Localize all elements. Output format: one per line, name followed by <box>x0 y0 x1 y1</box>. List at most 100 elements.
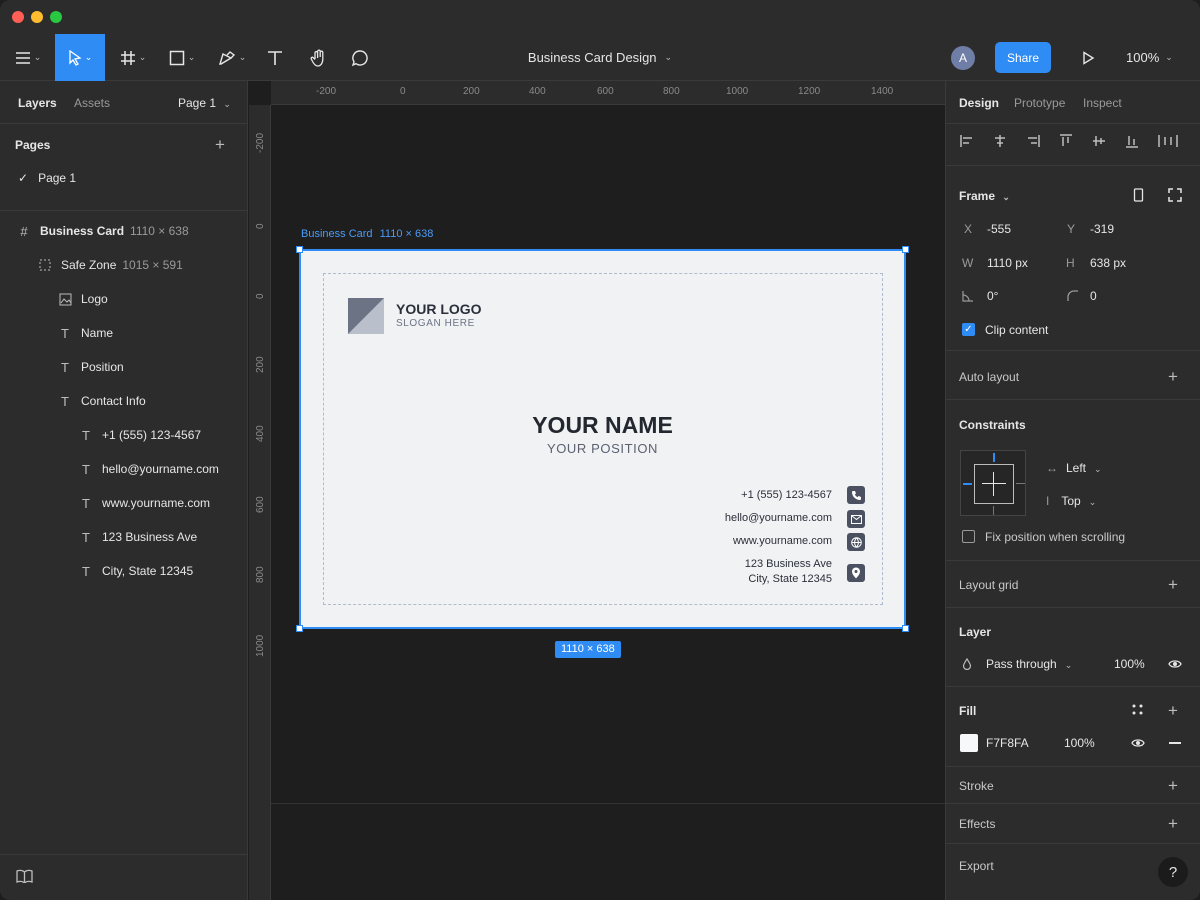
add-fill-icon[interactable]: + <box>1168 702 1178 719</box>
layer-row-email[interactable]: T hello@yourname.com <box>0 454 247 484</box>
layer-row-logo[interactable]: Logo <box>0 284 247 314</box>
layer-row-website[interactable]: T www.yourname.com <box>0 488 247 518</box>
fill-opacity-input[interactable]: 100% <box>1064 736 1095 750</box>
y-input[interactable]: -319 <box>1090 222 1114 236</box>
frame-section-title[interactable]: Frame ⌄ <box>959 189 1010 203</box>
share-button[interactable]: Share <box>995 42 1051 73</box>
present-button[interactable] <box>1076 34 1100 81</box>
align-bottom-icon[interactable] <box>1125 134 1139 148</box>
fill-section-title: Fill <box>959 704 977 718</box>
shape-tool-button[interactable]: ⌄ <box>162 34 202 81</box>
image-icon <box>57 291 73 307</box>
layer-name: 123 Business Ave <box>102 530 198 544</box>
tab-assets[interactable]: Assets <box>74 96 110 110</box>
logo-mark <box>348 298 384 334</box>
resize-handle[interactable] <box>902 246 909 253</box>
chevron-down-icon: ⌄ <box>223 99 231 109</box>
fix-position-checkbox[interactable] <box>962 530 975 543</box>
vertical-constraint-value: Top <box>1061 494 1081 508</box>
align-top-icon[interactable] <box>1059 134 1073 148</box>
align-center-horizontal-icon[interactable] <box>993 134 1007 148</box>
move-tool-button[interactable]: ⌄ <box>55 34 105 81</box>
horizontal-ruler: -200 0 200 400 600 800 1000 1200 1400 <box>271 81 945 105</box>
ruler-tick: 0 <box>255 293 266 299</box>
add-layout-grid-icon[interactable]: + <box>1168 576 1178 593</box>
layer-row-contact-info[interactable]: T Contact Info <box>0 386 247 416</box>
add-page-icon[interactable]: + <box>215 136 225 153</box>
avatar[interactable]: A <box>951 46 975 70</box>
remove-fill-icon[interactable] <box>1169 742 1181 744</box>
tab-design[interactable]: Design <box>959 96 999 110</box>
layer-row-name[interactable]: T Name <box>0 318 247 348</box>
layer-row-safe-zone[interactable]: Safe Zone 1015 × 591 <box>0 250 247 280</box>
pen-tool-button[interactable]: ⌄ <box>212 34 252 81</box>
eye-icon[interactable] <box>1168 659 1182 669</box>
fill-color-swatch[interactable] <box>960 734 978 752</box>
vertical-constraint-select[interactable]: I Top ⌄ <box>1046 494 1096 508</box>
layer-row-position[interactable]: T Position <box>0 352 247 382</box>
align-center-vertical-icon[interactable] <box>1092 134 1106 148</box>
page-selector[interactable]: Page 1 ⌄ <box>178 96 231 110</box>
layer-row-phone[interactable]: T +1 (555) 123-4567 <box>0 420 247 450</box>
fix-position-label: Fix position when scrolling <box>985 530 1126 544</box>
clip-content-checkbox[interactable]: ✓ <box>962 323 975 336</box>
resize-handle[interactable] <box>296 625 303 632</box>
card-website: www.yourname.com <box>732 535 832 547</box>
add-auto-layout-icon[interactable]: + <box>1168 368 1178 385</box>
layer-row-city[interactable]: T City, State 12345 <box>0 556 247 586</box>
distribute-icon[interactable] <box>1158 134 1178 148</box>
tab-layers[interactable]: Layers <box>18 96 57 110</box>
page-item-page-1[interactable]: ✓ Page 1 <box>18 171 76 185</box>
layers-panel: Layers Assets Page 1 ⌄ Pages + ✓ Page 1 #… <box>0 81 248 900</box>
resize-handle[interactable] <box>296 246 303 253</box>
layer-name: Safe Zone <box>61 258 117 272</box>
layer-row-business-card[interactable]: # Business Card 1110 × 638 <box>0 216 247 246</box>
x-input[interactable]: -555 <box>987 222 1011 236</box>
hand-tool-button[interactable] <box>306 34 332 81</box>
add-stroke-icon[interactable]: + <box>1168 777 1178 794</box>
frame-tool-button[interactable]: ⌄ <box>113 34 153 81</box>
frame-label[interactable]: Business Card 1110 × 638 <box>301 228 433 240</box>
effects-title: Effects <box>959 817 996 831</box>
app-window: ⌄ ⌄ ⌄ ⌄ ⌄ Business Card Design ⌄ A Share <box>0 0 1200 900</box>
align-right-icon[interactable] <box>1026 134 1040 148</box>
eye-icon[interactable] <box>1131 738 1145 748</box>
help-button[interactable]: ? <box>1158 857 1188 887</box>
add-effect-icon[interactable]: + <box>1168 815 1178 832</box>
layer-opacity-input[interactable]: 100% <box>1114 657 1145 671</box>
layer-row-address[interactable]: T 123 Business Ave <box>0 522 247 552</box>
resize-to-fit-icon[interactable] <box>1168 188 1182 202</box>
text-icon: T <box>61 325 69 341</box>
rotation-input[interactable]: 0° <box>987 289 998 303</box>
fill-hex-input[interactable]: F7F8FA <box>986 736 1029 750</box>
width-input[interactable]: 1110 px <box>987 256 1028 270</box>
document-title[interactable]: Business Card Design ⌄ <box>500 34 700 81</box>
zoom-control[interactable]: 100% ⌄ <box>1126 34 1173 81</box>
library-button[interactable] <box>16 869 33 888</box>
style-grid-icon[interactable] <box>1132 704 1143 715</box>
tab-prototype[interactable]: Prototype <box>1014 96 1065 110</box>
height-input[interactable]: 638 px <box>1090 256 1126 270</box>
main-menu-button[interactable]: ⌄ <box>8 34 48 81</box>
blend-mode-select[interactable]: Pass through ⌄ <box>986 657 1072 671</box>
text-icon: T <box>82 495 90 511</box>
close-window-button[interactable] <box>12 11 24 23</box>
card-email: hello@yourname.com <box>724 512 832 524</box>
constraints-widget[interactable] <box>960 450 1026 516</box>
business-card-frame[interactable]: YOUR LOGO SLOGAN HERE YOUR NAME YOUR POS… <box>299 249 906 629</box>
logo-slogan: SLOGAN HERE <box>396 318 475 329</box>
portrait-orientation-icon[interactable] <box>1133 188 1145 202</box>
text-tool-button[interactable] <box>262 34 288 81</box>
align-left-icon[interactable] <box>960 134 974 148</box>
resize-handle[interactable] <box>902 625 909 632</box>
rectangle-icon <box>169 50 184 65</box>
comment-tool-button[interactable] <box>347 34 373 81</box>
maximize-window-button[interactable] <box>50 11 62 23</box>
horizontal-constraint-select[interactable]: ↔ Left ⌄ <box>1046 461 1102 475</box>
hand-icon <box>310 49 324 67</box>
menu-icon <box>15 51 30 64</box>
chevron-down-icon: ⌄ <box>1094 464 1102 474</box>
minimize-window-button[interactable] <box>31 11 43 23</box>
tab-inspect[interactable]: Inspect <box>1083 96 1122 110</box>
corner-radius-input[interactable]: 0 <box>1090 289 1097 303</box>
